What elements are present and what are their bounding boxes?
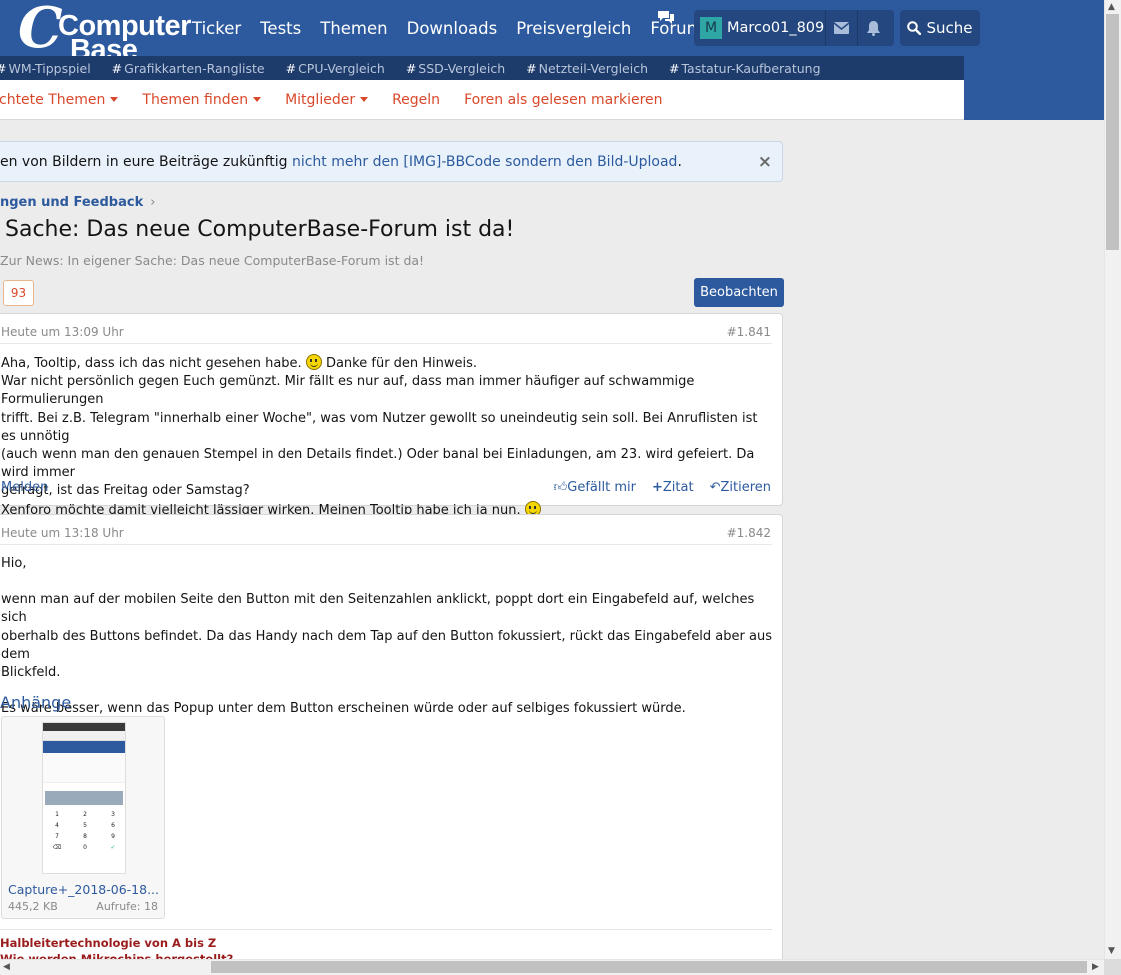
main-nav: Ticker Tests Themen Downloads Preisvergl… [192, 0, 722, 56]
forum-subnav: chtete Themen Themen finden Mitglieder R… [0, 80, 964, 120]
username[interactable]: Marco01_809 [727, 20, 825, 36]
envelope-icon [834, 22, 849, 34]
report-link[interactable]: Melden [1, 480, 48, 495]
multiquote-button[interactable]: +Zitat [652, 480, 694, 495]
notice-banner: en von Bildern in eure Beiträge zukünfti… [0, 141, 783, 182]
watch-button[interactable]: Beobachten [694, 278, 784, 307]
hashtag-bar: #WM-Tippspiel #Grafikkarten-Rangliste #C… [0, 56, 964, 80]
alerts-button[interactable] [857, 10, 889, 46]
post-number[interactable]: #1.841 [727, 325, 771, 339]
inbox-button[interactable] [825, 10, 857, 46]
search-label: Suche [926, 19, 973, 37]
caret-down-icon [110, 97, 119, 102]
subnav-find-threads[interactable]: Themen finden [142, 92, 262, 108]
tag-tastatur-kaufberatung[interactable]: # Tastatur-Kaufberatung [669, 61, 821, 76]
tag-cpu-vergleich[interactable]: # CPU-Vergleich [286, 61, 385, 76]
subnav-mark-read[interactable]: Foren als gelesen markieren [464, 92, 662, 108]
nav-ticker[interactable]: Ticker [192, 19, 241, 38]
user-menu[interactable]: M Marco01_809 [694, 10, 894, 46]
avatar[interactable]: M [700, 17, 722, 39]
notice-text: en von Bildern in eure Beiträge zukünfti… [0, 153, 682, 170]
caret-down-icon [360, 97, 369, 102]
nav-downloads[interactable]: Downloads [407, 19, 498, 38]
computerbase-logo[interactable]: C Computer Base [18, 0, 191, 66]
notice-link[interactable]: nicht mehr den [IMG]-BBCode sondern den … [292, 154, 677, 170]
signature-link[interactable]: Halbleitertechnologie von A bis Z [0, 935, 233, 951]
attachment-thumbnail[interactable]: 123 456 789 ⌫ 0 ✓ [42, 722, 126, 874]
nav-themen[interactable]: Themen [320, 19, 387, 38]
attachment-name[interactable]: Capture+_2018-06-18... [8, 882, 159, 897]
header-background [964, 56, 1104, 120]
reply-quote-button[interactable]: ↶Zitieren [710, 480, 771, 495]
attachment-size: 445,2 KB [8, 900, 58, 913]
subnav-watched-threads[interactable]: chtete Themen [0, 92, 119, 108]
nav-tests[interactable]: Tests [260, 19, 301, 38]
attachment-views: Aufrufe: 18 [96, 900, 158, 913]
caret-down-icon [253, 97, 262, 102]
search-icon [907, 21, 922, 35]
like-button[interactable]: 👍︎Gefällt mir [554, 480, 636, 495]
post-actions: 👍︎Gefällt mir +Zitat ↶Zitieren [554, 480, 771, 495]
chat-bubbles-icon [658, 11, 674, 24]
tag-wm-tippspiel[interactable]: #WM-Tippspiel [0, 61, 91, 76]
post-time[interactable]: Heute um 13:09 Uhr [1, 325, 124, 339]
search-button[interactable]: Suche [900, 10, 980, 46]
divider [0, 929, 772, 930]
horizontal-scrollbar-thumb[interactable] [211, 961, 1087, 973]
attachment[interactable]: 123 456 789 ⌫ 0 ✓ Capture+_2018-06-18... 4… [1, 716, 165, 919]
scroll-right-icon[interactable]: ▶ [1092, 962, 1099, 972]
post-number[interactable]: #1.842 [727, 526, 771, 540]
nav-preisvergleich[interactable]: Preisvergleich [516, 19, 631, 38]
tag-ssd-vergleich[interactable]: # SSD-Vergleich [406, 61, 505, 76]
post: Heute um 13:09 Uhr #1.841 Aha, Tooltip, … [0, 313, 783, 518]
bell-icon [867, 20, 880, 36]
thumbs-up-icon: 👍︎ [553, 480, 568, 495]
breadcrumb: ngen und Feedback › [0, 195, 155, 210]
scrollbar-corner [1104, 959, 1121, 975]
smiley-icon [305, 354, 322, 370]
breadcrumb-item[interactable]: ngen und Feedback [0, 195, 143, 210]
scroll-left-icon[interactable]: ◀ [3, 962, 10, 972]
post-time[interactable]: Heute um 13:18 Uhr [1, 526, 124, 540]
tag-netzteil-vergleich[interactable]: # Netzteil-Vergleich [526, 61, 648, 76]
thread-subtitle[interactable]: Zur News: In eigener Sache: Das neue Com… [0, 253, 424, 268]
scroll-down-icon[interactable]: ▼ [1108, 946, 1115, 956]
post: Heute um 13:18 Uhr #1.842 Hio, wenn man … [0, 514, 783, 975]
subnav-rules[interactable]: Regeln [392, 92, 440, 108]
post-body: Hio, wenn man auf der mobilen Seite den … [1, 556, 772, 717]
tag-grafikkarten-rangliste[interactable]: # Grafikkarten-Rangliste [112, 61, 265, 76]
page-title: Sache: Das neue ComputerBase-Forum ist d… [5, 217, 515, 242]
divider [0, 544, 772, 545]
page-number-button[interactable]: 93 [3, 280, 34, 306]
vertical-scrollbar-thumb[interactable] [1106, 14, 1119, 250]
subnav-members[interactable]: Mitglieder [285, 92, 369, 108]
attachments-title: Anhänge [0, 693, 72, 712]
plus-icon: + [651, 480, 663, 495]
logo-c: C [18, 0, 63, 61]
reply-icon: ↶ [709, 480, 721, 495]
close-icon[interactable]: × [758, 152, 772, 172]
divider [0, 343, 772, 344]
scroll-up-icon[interactable]: ▲ [1108, 2, 1115, 12]
chevron-right-icon: › [150, 195, 156, 210]
